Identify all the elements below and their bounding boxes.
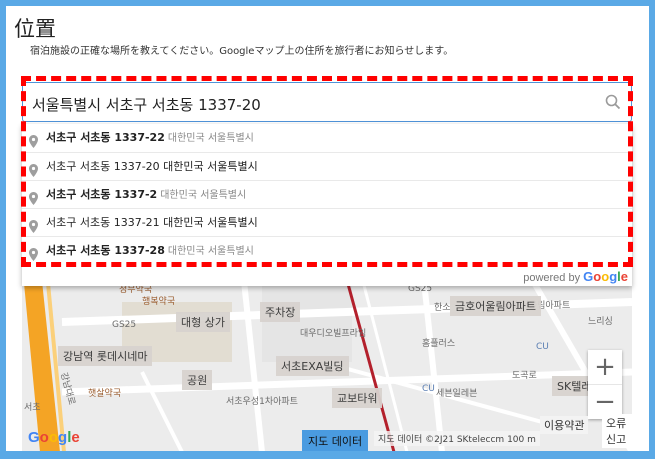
map-place-extra: 금호어울림아파트 (450, 296, 541, 316)
map-label-homplus: 홈플러스 (422, 339, 456, 349)
suggestion-secondary: 대한민국 서울특별시 (160, 190, 247, 201)
suggestion-item[interactable]: 서초구 서초동 1337-21 대한민국 서울특별시 (22, 208, 632, 236)
suggestion-main: 서초구 서초동 1337-28 (46, 244, 165, 257)
zoom-in-button[interactable]: + (588, 350, 622, 384)
address-search-input[interactable]: 서울특별시 서초구 서초동 1337-20 (22, 82, 632, 122)
map-place-exa: 서초EXA빌딩 (276, 356, 349, 376)
google-logo: Google (28, 429, 80, 446)
map-label-office: 대우디오빌프라임 (300, 329, 367, 339)
map-label-cu2: CU (536, 342, 549, 352)
suggestion-secondary: 대한민국 서울특별시 (167, 133, 254, 144)
map-data-button[interactable]: 지도 데이터 (302, 430, 369, 452)
suggestion-item[interactable]: 서초구 서초동 1337-20 대한민국 서울특별시 (22, 152, 632, 180)
map-scale: 100 m (507, 435, 536, 445)
map-label-cu1: CU (422, 384, 435, 394)
suggestion-item[interactable]: 서초구 서초동 1337-22 대한민국 서울특별시 (22, 124, 632, 152)
page-subtitle: 宿泊施設の正確な場所を教えてください。Googleマップ上の住所を旅行者にお知ら… (30, 46, 454, 57)
map-place-cinema: 강남역 롯데시네마 (58, 346, 153, 366)
page-title: 位置 (14, 17, 56, 41)
map-label-dorok: 도곡로 (512, 371, 537, 381)
zoom-control: + − (588, 350, 622, 419)
suggestion-main: 서초구 서초동 1337-22 (46, 131, 165, 144)
map-label-west: 서초 (24, 403, 41, 413)
suggestion-main: 서초구 서초동 1337-2 (46, 188, 158, 201)
address-search-value[interactable]: 서울특별시 서초구 서초동 1337-20 (32, 94, 261, 115)
autocomplete-dropdown: 서초구 서초동 1337-22 대한민국 서울특별시 서초구 서초동 1337-2… (22, 124, 632, 286)
suggestion-main: 서초구 서초동 1337-21 대한민국 서울특별시 (46, 216, 258, 229)
powered-by-brand: Google (583, 269, 628, 284)
suggestion-secondary: 대한민국 서울특별시 (167, 246, 254, 257)
report-error-link[interactable]: 오류신고 (602, 414, 632, 448)
map-place-parking: 주차장 (260, 302, 301, 322)
map-label-gs25a: GS25 (112, 320, 137, 330)
search-icon[interactable] (605, 94, 621, 114)
map-label-apt: 서초우성1차아파트 (226, 397, 298, 407)
suggestion-item[interactable]: 서초구 서초동 1337-2 대한민국 서울특별시 (22, 180, 632, 208)
terms-link[interactable]: 이용약관 (540, 416, 589, 434)
map-place-park: 공원 (182, 370, 213, 390)
map-label-pharmacy1: 행복약국 (142, 297, 176, 307)
powered-by-google: powered by Google (523, 269, 628, 284)
map-place-mall: 대형 상가 (176, 312, 230, 332)
location-pin-icon (29, 244, 38, 271)
map-label-sewon: 세븐일레븐 (436, 389, 478, 399)
powered-by-prefix: powered by (523, 272, 581, 284)
map-view[interactable]: 행복약국 청무약국 햇살약국 GS25 GS25 대우디오빌프라임 홈플러스 세… (22, 262, 632, 452)
map-label-nuri: 느리싱 (588, 317, 613, 327)
map-attribution-text: 지도 데이터 ©2J21 SKteleccm (378, 435, 505, 445)
map-label-pharmacy2: 햇살약국 (88, 389, 122, 399)
map-label-hanas: 한소 (434, 303, 451, 313)
map-attribution: 지도 데이터 ©2J21 SKteleccm 100 m (374, 431, 540, 446)
suggestion-item[interactable]: 서초구 서초동 1337-28 대한민국 서울특별시 (22, 236, 632, 264)
suggestion-main: 서초구 서초동 1337-20 대한민국 서울특별시 (46, 160, 258, 173)
map-place-kyobo: 교보타워 (332, 388, 383, 408)
